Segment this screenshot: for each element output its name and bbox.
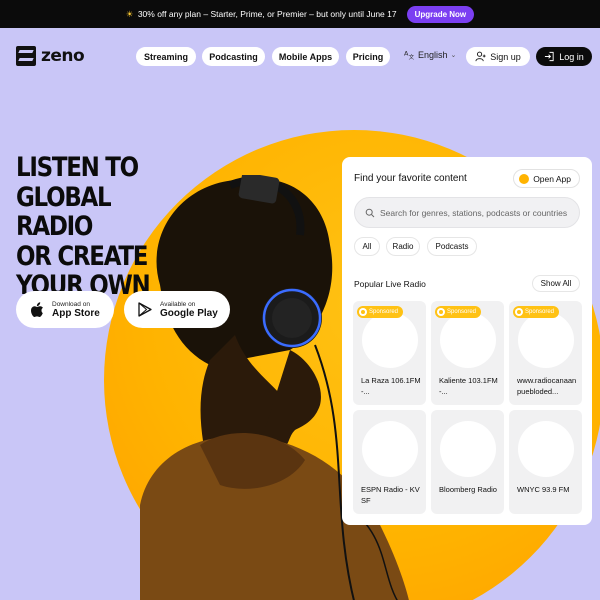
zeno-logo[interactable]: zeno — [16, 46, 85, 66]
logo-text: zeno — [41, 46, 85, 66]
station-tile[interactable]: Sponsored Kaliente 103.1FM -... — [431, 301, 504, 405]
station-name: ESPN Radio - KVSF — [361, 485, 420, 505]
station-logo-placeholder — [518, 312, 574, 368]
sun-icon: ☀ — [125, 8, 134, 19]
filter-all[interactable]: All — [354, 237, 380, 256]
headline-line-2: GLOBAL RADIO — [16, 181, 112, 242]
play-store-icon — [138, 302, 152, 317]
app-store-big-label: App Store — [52, 307, 100, 319]
chevron-down-icon: ⌄ — [450, 51, 457, 59]
nav-item-pricing[interactable]: Pricing — [346, 47, 390, 66]
user-plus-icon — [475, 51, 486, 62]
app-store-small-label: Download on — [52, 300, 90, 308]
search-box[interactable] — [354, 197, 580, 228]
station-logo-placeholder — [440, 421, 496, 477]
sign-up-button[interactable]: Sign up — [466, 47, 530, 66]
open-app-label: Open App — [533, 173, 571, 184]
station-tile[interactable]: Sponsored La Raza 106.1FM -... — [353, 301, 426, 405]
sponsored-label: Sponsored — [447, 309, 477, 315]
apple-icon — [31, 301, 43, 317]
show-all-button[interactable]: Show All — [532, 275, 580, 292]
google-play-text: Available on Google Play — [160, 301, 218, 319]
sponsored-icon — [437, 308, 445, 316]
search-input[interactable] — [380, 207, 576, 218]
google-play-button[interactable]: Available on Google Play — [124, 291, 230, 328]
station-tile[interactable]: ESPN Radio - KVSF — [353, 410, 426, 514]
app-store-text: Download on App Store — [52, 301, 100, 319]
station-name: WNYC 93.9 FM — [517, 485, 570, 494]
station-tile[interactable]: WNYC 93.9 FM — [509, 410, 582, 514]
open-app-button[interactable]: Open App — [513, 169, 580, 188]
sponsored-badge: Sponsored — [435, 306, 482, 318]
station-name: Kaliente 103.1FM -... — [439, 376, 498, 396]
station-name: Bloomberg Radio — [439, 485, 497, 494]
headline-line-3: OR CREATE — [16, 240, 148, 272]
headline-line-1: LISTEN TO — [16, 152, 139, 183]
nav-item-mobile-apps[interactable]: Mobile Apps — [272, 47, 339, 66]
sponsored-badge: Sponsored — [513, 306, 560, 318]
login-icon — [545, 51, 554, 62]
upgrade-now-button[interactable]: Upgrade Now — [406, 5, 475, 23]
search-icon — [365, 208, 375, 217]
content-finder-card: Find your favorite content Open App All … — [342, 157, 592, 525]
sponsored-label: Sponsored — [369, 309, 399, 315]
zeno-logo-icon — [16, 46, 36, 66]
sponsored-icon — [515, 308, 523, 316]
station-name: www.radiocanaanpuebloded... — [517, 376, 577, 396]
station-tile[interactable]: Bloomberg Radio — [431, 410, 504, 514]
section-title: Popular Live Radio — [354, 279, 426, 289]
station-tile[interactable]: Sponsored www.radiocanaanpuebloded... — [509, 301, 582, 405]
sponsored-label: Sponsored — [525, 309, 555, 315]
google-play-big-label: Google Play — [160, 307, 218, 319]
filter-radio[interactable]: Radio — [386, 237, 420, 256]
nav-item-podcasting[interactable]: Podcasting — [202, 47, 265, 66]
zeno-app-icon — [519, 173, 530, 184]
station-grid: Sponsored La Raza 106.1FM -... Sponsored… — [353, 301, 583, 514]
station-logo-placeholder — [440, 312, 496, 368]
station-name: La Raza 106.1FM -... — [361, 376, 421, 396]
app-store-button[interactable]: Download on App Store — [16, 291, 114, 328]
finder-title: Find your favorite content — [354, 173, 467, 184]
station-logo-placeholder — [362, 312, 418, 368]
hero-headline: LISTEN TO GLOBAL RADIO OR CREATE YOUR OW… — [16, 153, 186, 301]
promo-text-wrap: ☀ 30% off any plan – Starter, Prime, or … — [126, 9, 397, 20]
station-logo-placeholder — [518, 421, 574, 477]
sponsored-badge: Sponsored — [357, 306, 404, 318]
promo-bar: ☀ 30% off any plan – Starter, Prime, or … — [0, 0, 600, 28]
filter-podcasts[interactable]: Podcasts — [427, 237, 477, 256]
language-selector[interactable]: A 文 English ⌄ — [404, 49, 456, 60]
promo-text: 30% off any plan – Starter, Prime, or Pr… — [137, 8, 397, 19]
sponsored-icon — [359, 308, 367, 316]
sign-up-label: Sign up — [490, 51, 521, 62]
station-logo-placeholder — [362, 421, 418, 477]
translate-icon: A 文 — [404, 49, 415, 60]
log-in-button[interactable]: Log in — [536, 47, 592, 66]
language-label: English — [418, 49, 448, 60]
nav-item-streaming[interactable]: Streaming — [136, 47, 196, 66]
svg-text:文: 文 — [409, 53, 415, 60]
log-in-label: Log in — [559, 51, 584, 62]
google-play-small-label: Available on — [160, 300, 196, 308]
